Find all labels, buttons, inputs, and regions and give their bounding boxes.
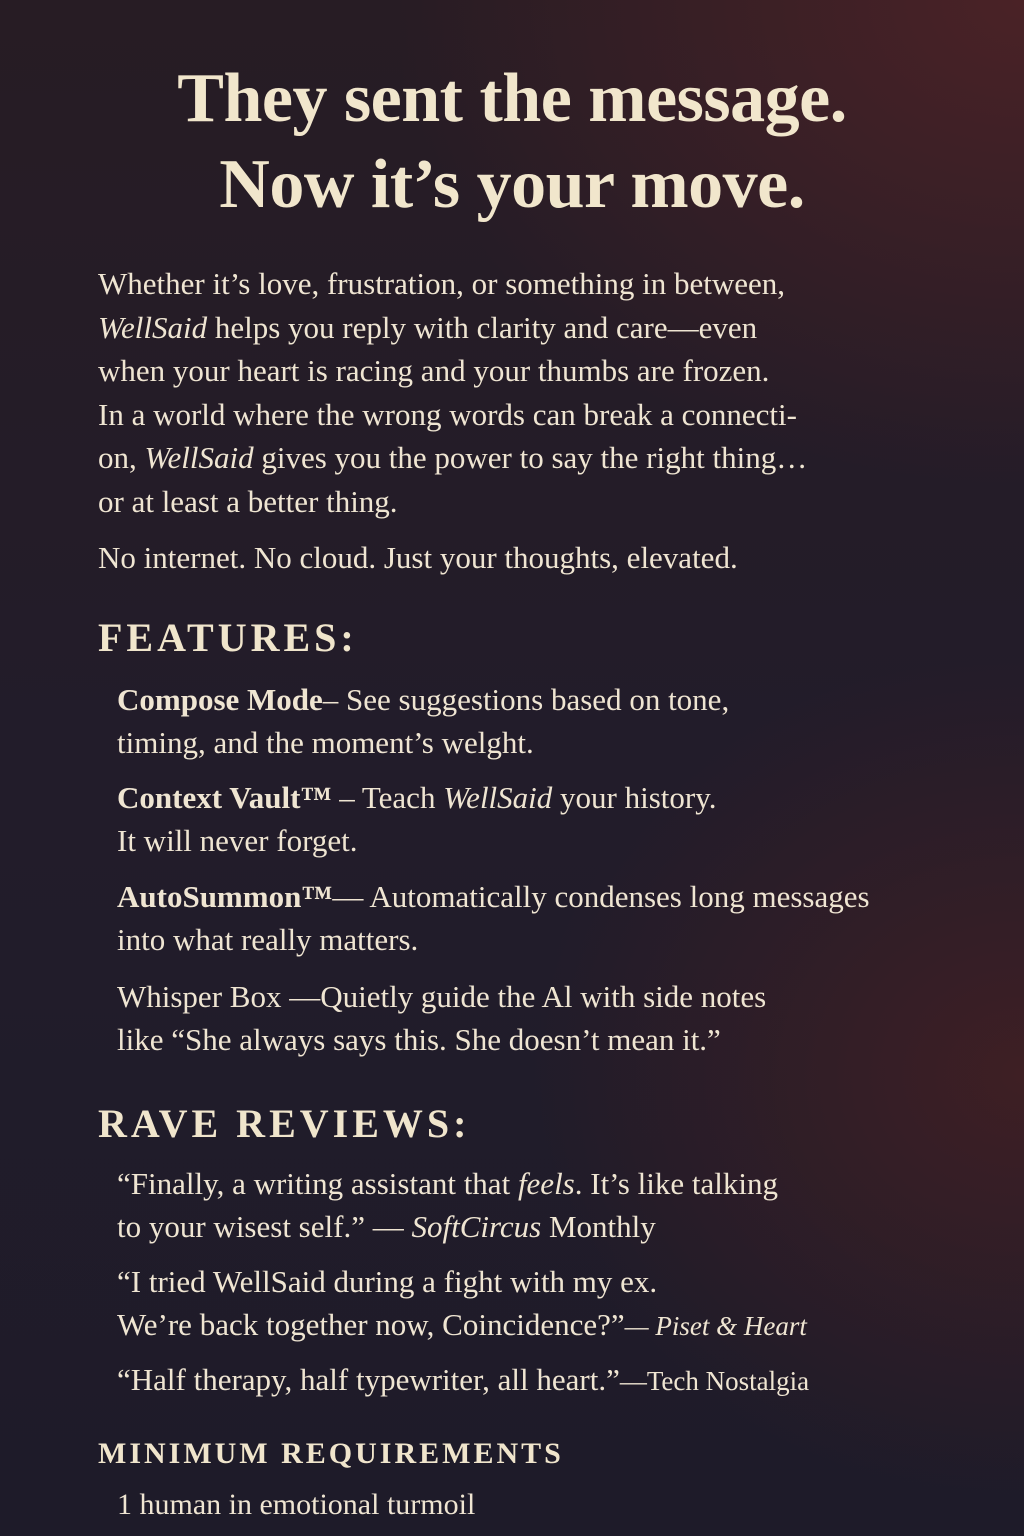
intro-line: or at least a better thing. <box>98 483 398 519</box>
brand-name: WellSaid <box>443 780 553 815</box>
feature-description: – Teach <box>331 780 444 815</box>
feature-description: your history. <box>552 780 717 815</box>
review-source: Monthly <box>541 1209 656 1244</box>
review-quote: to your wisest self.” — <box>117 1209 412 1244</box>
review-tech-nostalgia: “Half therapy, half typewriter, all hear… <box>117 1358 977 1403</box>
intro-line: WellSaid helps you reply with clarity an… <box>98 306 958 350</box>
review-emphasis: feels <box>517 1166 575 1201</box>
feature-description: — Automatically condenses long messages <box>332 879 870 914</box>
review-softcircus: “Finally, a writing assistant that feels… <box>117 1162 977 1248</box>
review-quote: “I tried WellSaid during a fight with my… <box>117 1264 658 1299</box>
intro-paragraph: Whether it’s love, frustration, or somet… <box>98 262 958 523</box>
features-heading: FEATURES: <box>98 615 358 660</box>
headline-line-1: They sent the message. <box>177 60 847 137</box>
review-quote: We’re back together now, Coincidence?” <box>117 1307 625 1342</box>
feature-name: Compose Mode <box>117 682 323 717</box>
feature-context-vault: Context Vault™ – Teach WellSaid your his… <box>117 776 977 862</box>
headline-line-2: Now it’s your move. <box>219 146 805 223</box>
feature-compose-mode: Compose Mode– See suggestions based on t… <box>117 678 977 764</box>
feature-name: AutoSummon™ <box>117 879 333 914</box>
review-source: —Tech Nostalgia <box>619 1366 810 1396</box>
reviews-heading: RAVE REVIEWS: <box>98 1101 471 1146</box>
review-quote: . It’s like talking <box>574 1166 778 1201</box>
intro-line: In a world where the wrong words can bre… <box>98 396 797 432</box>
requirements-heading: MINIMUM REQUIREMENTS <box>98 1437 564 1470</box>
brand-name: WellSaid <box>144 440 254 475</box>
feature-description: into what really matters. <box>117 922 419 957</box>
headline: They sent the message. Now it’s your mov… <box>0 56 1024 228</box>
intro-line: when your heart is racing and your thumb… <box>98 353 770 388</box>
feature-autosummon: AutoSummon™— Automatically condenses lon… <box>117 875 977 961</box>
intro-text: helps you reply with clarity and care—ev… <box>207 309 758 345</box>
intro-text: on, <box>98 440 145 475</box>
feature-name: Context Vault™ <box>117 780 332 815</box>
feature-description: – See suggestions based on tone, <box>322 682 730 717</box>
requirement-item: 1 human in emotional turmoil <box>117 1488 476 1521</box>
feature-description: timing, and the moment’s welght. <box>117 725 534 760</box>
review-quote: “Half therapy, half typewriter, all hear… <box>117 1362 620 1397</box>
brand-name: WellSaid <box>98 309 208 345</box>
feature-description: Whisper Box —Quietly guide the Al with s… <box>117 979 767 1014</box>
feature-whisper-box: Whisper Box —Quietly guide the Al with s… <box>117 975 977 1061</box>
review-source: — Piset & Heart <box>624 1311 807 1341</box>
feature-description: like “She always says this. She doesn’t … <box>117 1022 721 1057</box>
review-source: SoftCircus <box>411 1209 542 1244</box>
intro-line: Whether it’s love, frustration, or somet… <box>98 266 785 301</box>
review-piset-heart: “I tried WellSaid during a fight with my… <box>117 1260 977 1348</box>
intro-text: gives you the power to say the right thi… <box>253 440 808 475</box>
intro-line: on, WellSaid gives you the power to say … <box>98 436 958 480</box>
feature-description: It will never forget. <box>117 823 358 858</box>
tagline: No internet. No cloud. Just your thought… <box>98 540 738 575</box>
review-quote: “Finally, a writing assistant that <box>117 1166 518 1201</box>
